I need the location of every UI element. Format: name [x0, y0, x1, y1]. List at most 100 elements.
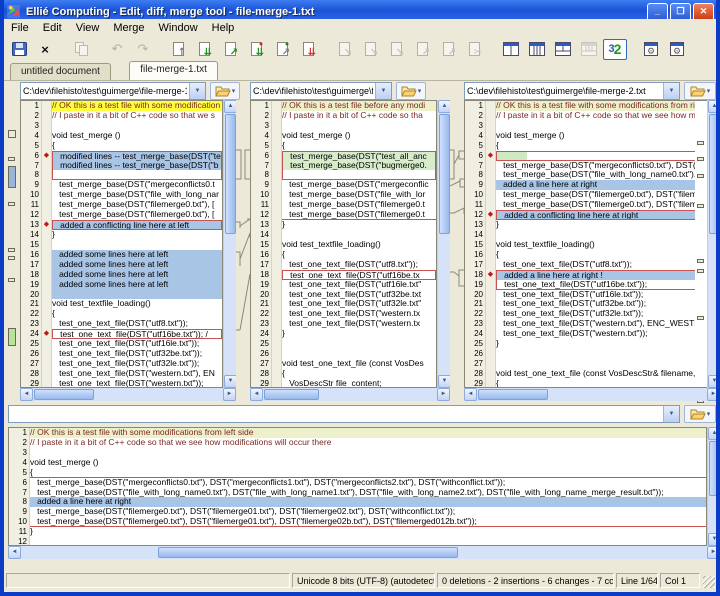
left-file-path-combo[interactable]: ▼	[20, 82, 206, 100]
code-line[interactable]: 5{	[465, 141, 706, 151]
code-line[interactable]: 2// I paste in it a bit of C++ code so t…	[21, 111, 222, 121]
result-open-file-button[interactable]: ▾	[684, 405, 716, 423]
code-line[interactable]: 9 test_merge_base(DST("filemerge0.txt"),…	[9, 507, 706, 517]
code-line[interactable]: 3	[9, 448, 706, 458]
code-line[interactable]: 13}	[251, 220, 436, 230]
scroll-left-icon[interactable]: ◄	[8, 546, 21, 559]
code-line[interactable]: 8 test_merge_base(DST("file_with_long_na…	[465, 170, 706, 180]
code-line[interactable]: 15void test_textfile_loading()	[251, 240, 436, 250]
code-line[interactable]: 5{	[21, 141, 222, 151]
code-line[interactable]: 20 test_one_text_file(DST("utf32be.txt	[251, 290, 436, 300]
code-line[interactable]: 17 test_one_text_file(DST("utf8.txt"));	[465, 260, 706, 270]
layout-two-panes-result-button[interactable]	[551, 39, 575, 60]
code-line[interactable]: 7 test_merge_base(DST("mergeconflicts0.t…	[465, 161, 706, 171]
code-line[interactable]: 22 test_one_text_file(DST("western.tx	[251, 309, 436, 319]
code-line[interactable]: 17 test_one_text_file(DST("utf8.txt"));	[251, 260, 436, 270]
result-horizontal-scrollbar[interactable]: ◄ ►	[8, 546, 720, 559]
code-line[interactable]: 11 test_merge_base(DST("filemerge0.t	[251, 200, 436, 210]
code-line[interactable]: 15	[21, 240, 222, 250]
code-line[interactable]: 28void test_one_text_file (const VosDesc…	[465, 369, 706, 379]
code-line[interactable]: 4void test_merge ()	[21, 131, 222, 141]
copy-button[interactable]	[69, 39, 93, 60]
center-horizontal-scrollbar[interactable]: ◄ ►	[250, 388, 450, 401]
code-line[interactable]: 5{	[9, 468, 706, 478]
code-line[interactable]: 1// OK this is a test file with some mod…	[465, 101, 706, 111]
right-editor-pane[interactable]: 1// OK this is a test file with some mod…	[464, 100, 707, 388]
code-line[interactable]: 16{	[465, 250, 706, 260]
global-options-button[interactable]: ⚙	[665, 39, 689, 60]
layout-three-panes-button[interactable]	[525, 39, 549, 60]
code-line[interactable]: 25	[251, 339, 436, 349]
code-line[interactable]: 8	[21, 170, 222, 180]
result-editor-pane[interactable]: 1// OK this is a test file with some mod…	[8, 427, 707, 546]
right-file-path-input[interactable]	[465, 83, 663, 99]
center-vertical-scrollbar[interactable]: ▲ ▼	[437, 100, 450, 388]
code-line[interactable]: 4void test_merge ()	[9, 458, 706, 468]
copy-left-all-button[interactable]: ⇊	[245, 39, 269, 60]
code-line[interactable]: 26	[251, 349, 436, 359]
menu-file[interactable]: File	[4, 20, 36, 36]
code-line[interactable]: 4void test_merge ()	[465, 131, 706, 141]
code-line[interactable]: 21 test_one_text_file(DST("utf32be.txt")…	[465, 299, 706, 309]
code-line[interactable]: 1// OK this is a test file with some mod…	[9, 428, 706, 438]
layout-two-panes-button[interactable]	[499, 39, 523, 60]
center-file-path-combo[interactable]: ▼	[250, 82, 392, 100]
code-line[interactable]: 11}	[9, 527, 706, 537]
code-line[interactable]: 16 added some lines here at left	[21, 250, 222, 260]
code-line[interactable]: 9 test_merge_base(DST("mergeconflicts0.t	[21, 180, 222, 190]
code-line[interactable]: 14	[465, 230, 706, 240]
code-line[interactable]: 3	[251, 121, 436, 131]
save-button[interactable]	[7, 39, 31, 60]
code-line[interactable]: 11 test_merge_base(DST("filemerge0.txt")…	[21, 200, 222, 210]
code-line[interactable]: 4void test_merge ()	[251, 131, 436, 141]
left-horizontal-scrollbar[interactable]: ◄ ►	[20, 388, 236, 401]
chevron-down-icon[interactable]: ▼	[663, 406, 679, 422]
right-open-file-button[interactable]: ▾	[684, 82, 716, 100]
layout-three-panes-result-button[interactable]	[577, 39, 601, 60]
code-line[interactable]: 28 test_one_text_file(DST("western.txt")…	[21, 369, 222, 379]
code-line[interactable]: 21 test_one_text_file(DST("utf32le.txt"	[251, 299, 436, 309]
code-line[interactable]: 5{	[251, 141, 436, 151]
code-line[interactable]: 2// I paste in it a bit of C++ code so t…	[251, 111, 436, 121]
menu-view[interactable]: View	[69, 20, 107, 36]
code-line[interactable]: 7 test_merge_base(DST("bugmerge0.	[251, 161, 436, 171]
code-line[interactable]: 6 test_merge_base(DST("mergeconflicts0.t…	[9, 478, 706, 488]
code-line[interactable]: 7 modified lines -- test_merge_base(DST(…	[21, 161, 222, 171]
prev-change-button[interactable]: ↘	[333, 39, 357, 60]
code-line[interactable]: 6◆ modified lines -- test_merge_base(DST…	[21, 151, 222, 161]
code-line[interactable]: 18 test_one_text_file(DST("utf16be.tx	[251, 270, 436, 280]
prev-conflict-button[interactable]: ↘	[385, 39, 409, 60]
result-file-path-input[interactable]	[9, 406, 663, 422]
copy-right-block-button[interactable]: ↗	[271, 39, 295, 60]
code-line[interactable]: 24 test_one_text_file(DST("western.txt")…	[465, 329, 706, 339]
code-line[interactable]: 10 test_merge_base(DST("file_with_lor	[251, 190, 436, 200]
code-line[interactable]: 16{	[251, 250, 436, 260]
left-open-file-button[interactable]: ▾	[210, 82, 240, 100]
right-horizontal-scrollbar[interactable]: ◄ ►	[464, 388, 720, 401]
center-open-file-button[interactable]: ▾	[396, 82, 426, 100]
right-vertical-scrollbar[interactable]: ▲ ▼	[707, 100, 720, 388]
left-vertical-scrollbar[interactable]: ▲ ▼	[223, 100, 236, 388]
code-line[interactable]: 14	[251, 230, 436, 240]
center-editor-pane[interactable]: 1// OK this is a test file before any mo…	[250, 100, 437, 388]
scroll-right-icon[interactable]: ►	[437, 388, 450, 401]
code-line[interactable]: 2// I paste in it a bit of C++ code so t…	[9, 438, 706, 448]
code-line[interactable]: 18◆ added a line here at right !	[465, 270, 706, 280]
scroll-down-icon[interactable]: ▼	[708, 533, 720, 546]
code-line[interactable]: 6 test_merge_base(DST("test_all_anc	[251, 151, 436, 161]
code-line[interactable]: 10 test_merge_base(DST("filemerge0.txt")…	[9, 517, 706, 527]
scroll-left-icon[interactable]: ◄	[464, 388, 477, 401]
file-options-button[interactable]: ⚙	[639, 39, 663, 60]
scroll-left-icon[interactable]: ◄	[20, 388, 33, 401]
scroll-down-icon[interactable]: ▼	[708, 375, 720, 388]
code-line[interactable]: 1// OK this is a test file before any mo…	[251, 101, 436, 111]
redo-button[interactable]: ↷	[131, 39, 155, 60]
code-line[interactable]: 22{	[21, 309, 222, 319]
scroll-right-icon[interactable]: ►	[223, 388, 236, 401]
code-line[interactable]: 26 test_one_text_file(DST("utf32be.txt")…	[21, 349, 222, 359]
code-line[interactable]: 17 added some lines here at left	[21, 260, 222, 270]
right-file-path-combo[interactable]: ▼	[464, 82, 680, 100]
code-line[interactable]: 8	[251, 170, 436, 180]
undo-button[interactable]: ↶	[105, 39, 129, 60]
cut-block-button[interactable]: ✂	[463, 39, 487, 60]
